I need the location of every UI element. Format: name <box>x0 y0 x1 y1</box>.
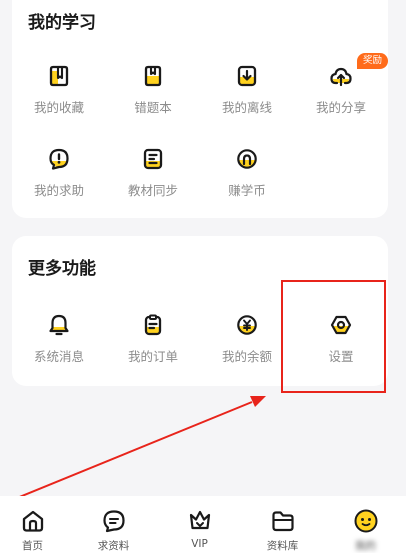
grid-item-my-balance[interactable]: 我的余额 <box>200 313 294 365</box>
clipboard-icon <box>144 314 162 336</box>
grid-item-textbook-sync[interactable]: 教材同步 <box>106 147 200 199</box>
grid-item-share[interactable]: 奖励 我的分享 <box>294 53 388 116</box>
tab-library[interactable]: 资料库 <box>242 508 323 553</box>
grid-item-my-orders[interactable]: 我的订单 <box>106 313 200 365</box>
tab-label: 首页 <box>22 540 43 552</box>
tab-vip[interactable]: VIP <box>159 508 240 550</box>
download-icon <box>237 65 257 87</box>
chat-request-icon <box>102 510 125 533</box>
grid-item-label: 系统消息 <box>33 349 84 364</box>
tab-profile[interactable]: 我的 <box>325 508 406 553</box>
my-study-card: 我的学习 我的收藏 错题本 我的离线 奖励 我的分享 我的求助 教材同步 赚学币 <box>12 0 388 218</box>
tab-label: VIP <box>191 538 208 550</box>
notebook-icon <box>144 65 162 87</box>
my-study-title: 我的学习 <box>28 13 96 33</box>
grid-item-label: 我的分享 <box>315 100 366 115</box>
grid-item-label: 教材同步 <box>127 183 178 198</box>
grid-item-favorites[interactable]: 我的收藏 <box>12 64 106 116</box>
tab-label: 我的 <box>355 540 376 552</box>
tab-label: 资料库 <box>266 540 299 552</box>
crown-icon <box>189 510 210 530</box>
folder-icon <box>271 511 294 532</box>
bottom-tab-bar: 首页 求资料 VIP 资料库 我的 <box>0 496 406 553</box>
yuan-wallet-icon <box>237 315 257 335</box>
grid-item-label: 我的余额 <box>221 349 272 364</box>
reward-badge: 奖励 <box>356 53 388 69</box>
settings-highlight-box <box>281 280 386 393</box>
grid-item-label: 我的求助 <box>33 183 84 198</box>
grid-item-label: 我的订单 <box>127 349 178 364</box>
grid-item-label: 错题本 <box>134 100 172 115</box>
smiley-avatar-icon <box>354 509 377 533</box>
grid-item-label: 我的离线 <box>221 100 272 115</box>
textbook-sync-icon <box>143 148 163 170</box>
grid-item-help[interactable]: 我的求助 <box>12 147 106 199</box>
grid-item-label: 赚学币 <box>228 183 266 198</box>
home-icon <box>22 510 43 532</box>
grid-item-earn-coins[interactable]: 赚学币 <box>200 147 294 199</box>
tab-request-materials[interactable]: 求资料 <box>73 508 154 553</box>
grid-item-label: 我的收藏 <box>33 100 84 115</box>
more-features-title: 更多功能 <box>28 259 96 279</box>
book-bookmark-icon <box>49 65 69 87</box>
grid-item-offline[interactable]: 我的离线 <box>200 64 294 116</box>
coin-icon <box>237 149 257 169</box>
help-bubble-icon <box>49 148 69 170</box>
cloud-share-icon <box>330 67 352 87</box>
tab-home[interactable]: 首页 <box>0 508 73 553</box>
grid-item-system-messages[interactable]: 系统消息 <box>12 313 106 365</box>
tab-label: 求资料 <box>97 540 130 552</box>
bell-icon <box>49 314 69 336</box>
grid-item-mistake-book[interactable]: 错题本 <box>106 64 200 116</box>
